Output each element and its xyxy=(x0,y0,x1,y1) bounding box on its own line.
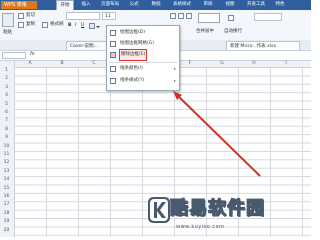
column-label[interactable]: H xyxy=(238,61,270,67)
align-bottom-icon[interactable] xyxy=(186,13,192,19)
eraser-icon xyxy=(110,52,116,58)
column-label[interactable]: B xyxy=(46,61,78,67)
menu-item-label: 擦除边框(E) xyxy=(118,49,148,61)
row-number[interactable]: 8 xyxy=(0,126,13,134)
paste-button[interactable]: 粘贴 xyxy=(3,29,12,37)
menu-item-draw-border-grid[interactable]: 绘图边框网格(G) xyxy=(107,39,179,49)
tab-data[interactable]: 数据 xyxy=(148,0,164,10)
line-style-icon xyxy=(110,78,116,84)
tab-home[interactable]: 开始 xyxy=(56,0,74,10)
row-number[interactable]: 4 xyxy=(0,92,13,100)
submenu-arrow-icon: ▸ xyxy=(173,78,176,83)
tab-table-style[interactable]: 表格样式 xyxy=(170,0,194,10)
row-number[interactable]: 16 xyxy=(0,193,13,201)
row-number[interactable]: 11 xyxy=(0,151,13,159)
fx-icon[interactable]: fx xyxy=(30,51,35,57)
cut-button[interactable]: 剪切 xyxy=(26,12,35,20)
menu-item-label: 绘图边框网格(G) xyxy=(120,41,154,46)
column-label[interactable]: G xyxy=(206,61,238,67)
menu-item-erase-border[interactable]: 擦除边框(E) xyxy=(107,49,179,61)
row-number[interactable]: 20 xyxy=(0,227,13,235)
row-number[interactable]: 9 xyxy=(0,134,13,142)
grid-pencil-icon xyxy=(110,41,116,47)
row-number[interactable]: 19 xyxy=(0,218,13,226)
column-label[interactable]: I xyxy=(270,61,302,67)
format-painter-button[interactable]: 格式刷 xyxy=(50,21,64,29)
row-number[interactable]: 1 xyxy=(0,67,13,75)
tab-page-layout[interactable]: 页面布局 xyxy=(98,0,122,10)
submenu-arrow-icon: ▸ xyxy=(173,66,176,71)
border-dropdown-chevron-icon[interactable] xyxy=(96,26,100,28)
doc-tab-new-workbook[interactable]: 新建 Micro...作表.xlsx xyxy=(226,41,300,50)
menu-item-draw-border[interactable]: 绘图边框(D) xyxy=(107,28,179,38)
number-format-combo[interactable] xyxy=(254,13,282,21)
row-number[interactable]: 10 xyxy=(0,143,13,151)
merge-center-button[interactable]: 合并居中 xyxy=(196,28,214,36)
column-label[interactable]: A xyxy=(14,61,46,67)
line-color-icon xyxy=(110,66,116,72)
watermark-logo-icon xyxy=(148,197,170,223)
wrap-text-button[interactable]: 自动换行 xyxy=(224,28,242,36)
row-number[interactable]: 2 xyxy=(0,75,13,83)
underline-icon[interactable]: U xyxy=(81,22,84,30)
row-number[interactable]: 6 xyxy=(0,109,13,117)
paste-icon[interactable] xyxy=(2,13,14,27)
font-name-combo[interactable] xyxy=(66,12,100,20)
italic-icon[interactable]: I xyxy=(75,22,76,30)
wrap-text-icon[interactable] xyxy=(228,15,234,21)
tab-formula[interactable]: 公式 xyxy=(126,0,142,10)
row-number[interactable]: 5 xyxy=(0,101,13,109)
row-number[interactable]: 14 xyxy=(0,176,13,184)
menu-item-line-style[interactable]: 线条样式(Y) ▸ xyxy=(107,76,179,86)
tab-view[interactable]: 视图 xyxy=(222,0,238,10)
row-number[interactable]: 17 xyxy=(0,201,13,209)
watermark-text: 酷易软件园 xyxy=(170,198,265,220)
row-number[interactable]: 18 xyxy=(0,210,13,218)
menu-item-label: 线条样式(Y) xyxy=(120,78,145,83)
title-bar: WPS 表格 开始 插入 页面布局 公式 数据 表格样式 审阅 视图 开发工具 … xyxy=(0,0,311,10)
menu-item-line-color[interactable]: 线条颜色(I) ▸ xyxy=(107,64,179,74)
app-menu-button[interactable]: WPS 表格 xyxy=(1,1,37,9)
merge-center-icon[interactable] xyxy=(198,13,220,23)
row-header: 1 2 3 4 5 6 7 8 9 10 11 12 13 14 15 16 1… xyxy=(0,61,15,237)
bold-icon[interactable]: B xyxy=(68,22,71,30)
name-box[interactable] xyxy=(2,52,26,59)
align-middle-icon[interactable] xyxy=(178,13,184,19)
watermark-url: www.kuyiso.com xyxy=(176,224,225,230)
tab-developer[interactable]: 开发工具 xyxy=(244,0,268,10)
row-number[interactable]: 13 xyxy=(0,168,13,176)
font-size-combo[interactable]: 11 xyxy=(102,12,116,20)
align-top-icon[interactable] xyxy=(170,13,176,19)
menu-item-label: 线条颜色(I) xyxy=(120,66,143,71)
tab-insert[interactable]: 插入 xyxy=(78,0,94,10)
row-number[interactable]: 7 xyxy=(0,117,13,125)
copy-button[interactable]: 复制 xyxy=(26,21,35,29)
row-number[interactable]: 12 xyxy=(0,159,13,167)
pencil-icon xyxy=(110,30,116,36)
tab-review[interactable]: 审阅 xyxy=(200,0,216,10)
row-number[interactable]: 15 xyxy=(0,185,13,193)
copy-icon[interactable] xyxy=(18,22,24,28)
menu-item-label: 绘图边框(D) xyxy=(120,30,145,35)
border-icon[interactable] xyxy=(89,23,95,29)
row-number[interactable]: 3 xyxy=(0,84,13,92)
tab-special[interactable]: 特色 xyxy=(272,0,288,10)
format-painter-icon[interactable] xyxy=(42,22,48,28)
cut-icon[interactable] xyxy=(18,13,24,19)
border-dropdown-menu: 绘图边框(D) 绘图边框网格(G) 擦除边框(E) 线条颜色(I) ▸ 线条样式… xyxy=(106,25,180,91)
menu-divider xyxy=(109,62,177,63)
